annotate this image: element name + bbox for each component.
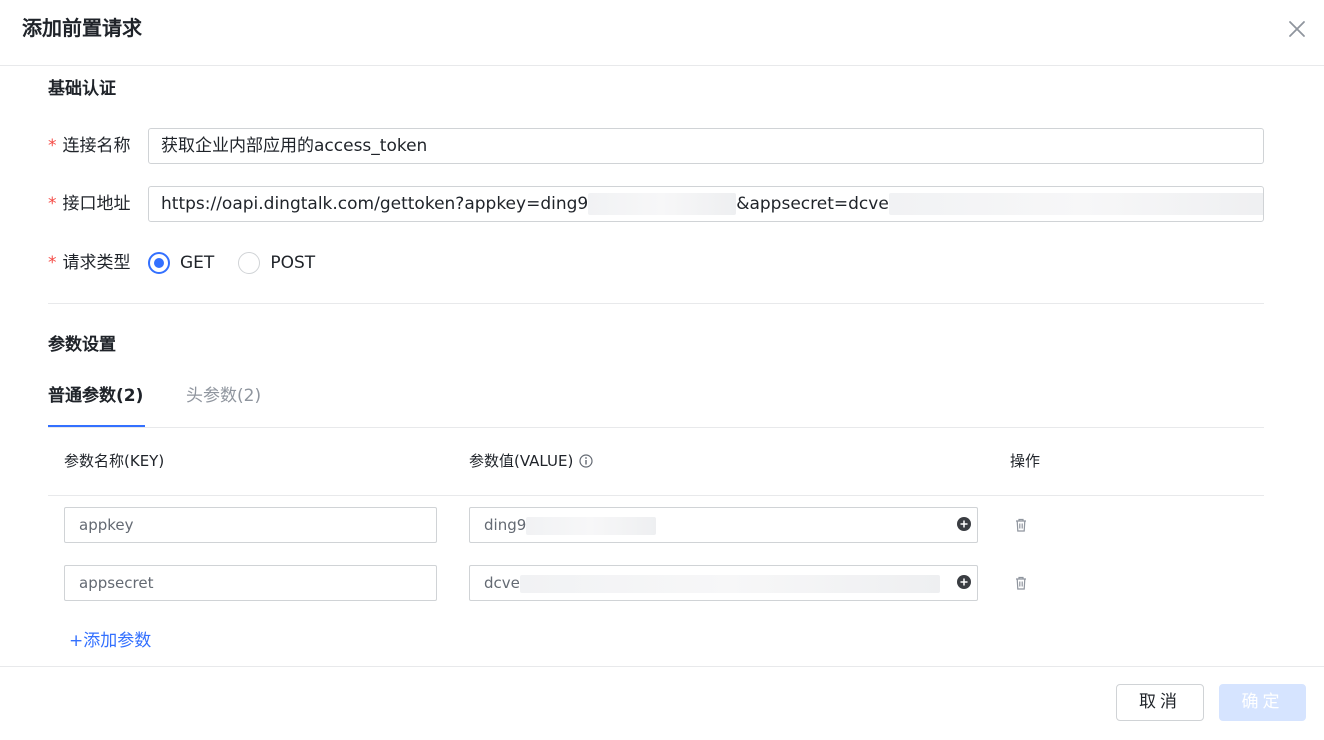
active-tab-indicator [48,425,145,427]
connection-name-input[interactable]: 获取企业内部应用的access_token [148,128,1264,164]
endpoint-url-input[interactable]: https://oapi.dingtalk.com/gettoken?appke… [148,186,1264,222]
confirm-button[interactable]: 确定 [1219,684,1306,721]
params-table-header: 参数名称(KEY) 参数值(VALUE) 操作 [48,428,1264,496]
add-circle-icon[interactable] [957,517,971,531]
required-mark: * [48,253,57,273]
cancel-button[interactable]: 取消 [1116,684,1204,721]
params-section-title: 参数设置 [48,335,116,355]
request-type-label: * 请求类型 [48,253,131,273]
dialog-title: 添加前置请求 [22,16,142,40]
dialog-footer: 取消 确定 [0,666,1324,740]
basic-auth-section-title: 基础认证 [48,79,116,99]
required-mark: * [48,194,57,214]
request-type-radio-group: GET POST [148,245,339,281]
radio-unchecked-icon [238,252,261,274]
tab-header-params[interactable]: 头参数(2) [186,384,261,408]
tab-normal-params[interactable]: 普通参数(2) [48,384,143,408]
column-header-value: 参数值(VALUE) [469,450,593,472]
section-divider [48,303,1264,304]
column-header-key: 参数名称(KEY) [64,452,165,470]
close-icon[interactable] [1284,16,1310,42]
redacted-mask [519,574,940,593]
param-key-input[interactable]: appsecret [64,565,437,601]
connection-name-row: * 连接名称 获取企业内部应用的access_token [48,128,1264,164]
radio-checked-icon [148,252,170,274]
redacted-mask [588,193,737,215]
redacted-mask [888,193,1263,215]
param-key-input[interactable]: appkey [64,507,437,543]
trash-icon[interactable] [1014,575,1028,591]
required-mark: * [48,136,57,156]
radio-post[interactable]: POST [238,252,315,274]
table-row: appkey ding9 [48,507,1264,543]
add-param-link[interactable]: +添加参数 [69,629,151,653]
endpoint-url-label: * 接口地址 [48,194,131,214]
add-circle-icon[interactable] [957,575,971,589]
trash-icon[interactable] [1014,517,1028,533]
table-row: appsecret dcve [48,565,1264,601]
params-tabs: 普通参数(2) 头参数(2) [48,372,1264,428]
endpoint-url-row: * 接口地址 https://oapi.dingtalk.com/gettoken… [48,186,1264,222]
dialog-header: 添加前置请求 [0,0,1324,66]
info-icon[interactable] [579,454,593,468]
redacted-mask [526,516,657,535]
param-value-input[interactable]: ding9 [469,507,978,543]
request-type-row: * 请求类型 GET POST [48,245,1264,281]
connection-name-label: * 连接名称 [48,136,131,156]
add-pre-request-dialog: 添加前置请求 基础认证 * 连接名称 获取企业内部应用的access_token … [0,0,1324,740]
radio-get[interactable]: GET [148,252,214,274]
param-value-input[interactable]: dcve [469,565,978,601]
column-header-action: 操作 [1010,452,1041,470]
